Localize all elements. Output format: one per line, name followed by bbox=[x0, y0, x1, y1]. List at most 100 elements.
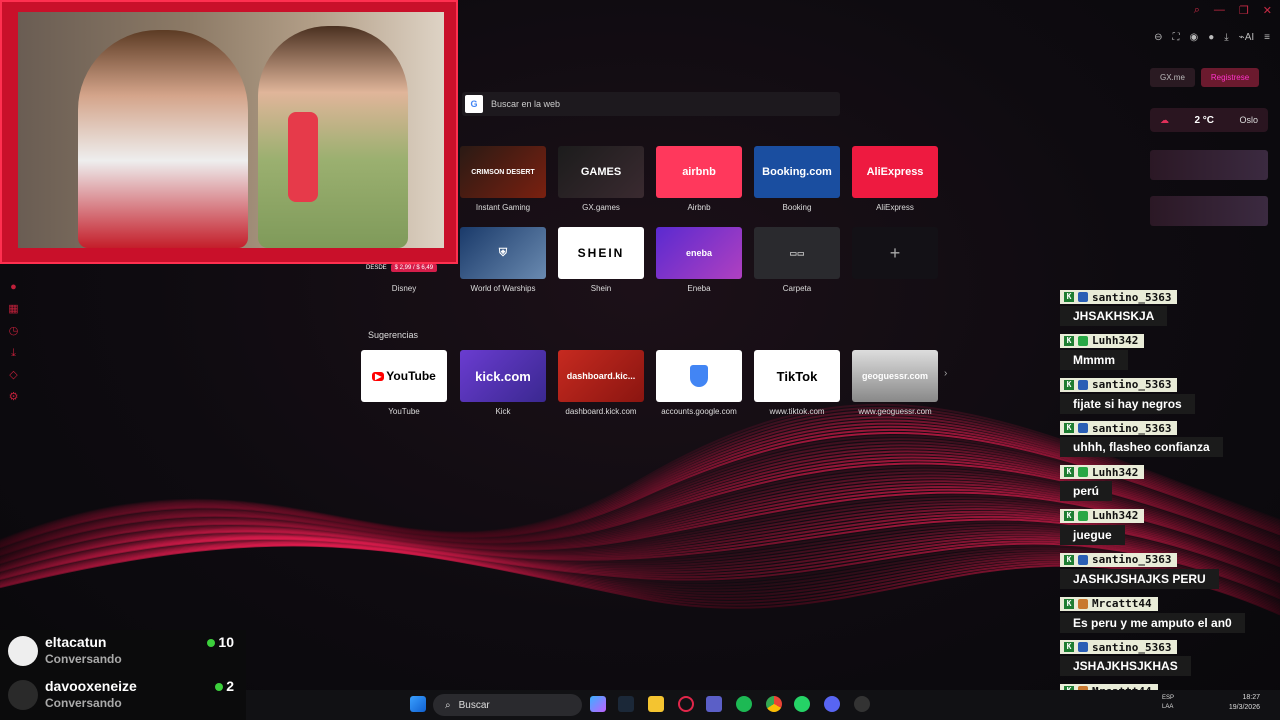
tile-title: airbnb bbox=[682, 166, 716, 178]
windows-start-icon[interactable] bbox=[410, 696, 426, 712]
chat-username: Luhh342 bbox=[1092, 509, 1139, 523]
extensions-icon[interactable]: ◇ bbox=[8, 370, 19, 381]
google-icon: G bbox=[465, 95, 483, 113]
chevron-right-icon[interactable]: › bbox=[944, 368, 947, 379]
taskbar-search[interactable]: ⌕ Buscar bbox=[433, 694, 582, 716]
chat-username-badge: Ksantino_5363 bbox=[1060, 421, 1178, 436]
maximize-icon[interactable]: ❐ bbox=[1239, 4, 1249, 17]
tile-label: Shein bbox=[590, 284, 612, 293]
tile-carpeta[interactable]: ▭▭ bbox=[754, 227, 840, 279]
download-icon[interactable]: ⤓ bbox=[1224, 32, 1228, 43]
chrome-icon[interactable] bbox=[766, 696, 782, 712]
minimize-icon[interactable]: — bbox=[1214, 4, 1225, 17]
viewer-status: Conversando bbox=[45, 696, 122, 710]
avatar bbox=[8, 636, 38, 666]
downloads-icon[interactable]: ⤓ bbox=[8, 348, 19, 359]
tile-label: Eneba bbox=[687, 284, 711, 293]
tile-eneba[interactable]: eneba bbox=[656, 227, 742, 279]
promo-thumb-2[interactable] bbox=[1150, 196, 1268, 226]
file-explorer-icon[interactable] bbox=[648, 696, 664, 712]
weather-temp: 2 °C bbox=[1194, 114, 1215, 126]
chat-username-badge: Ksantino_5363 bbox=[1060, 552, 1178, 567]
camera-icon[interactable]: ◉ bbox=[1189, 32, 1198, 43]
suggestion-dashboard-kick[interactable]: dashboard.kic... bbox=[558, 350, 644, 402]
spotify-icon[interactable] bbox=[736, 696, 752, 712]
speed-dial-icon[interactable]: ▦ bbox=[8, 304, 19, 315]
opera-gx-icon[interactable] bbox=[678, 696, 694, 712]
tile-label: YouTube bbox=[388, 407, 420, 416]
streamer-right bbox=[258, 26, 408, 248]
tile-label: Carpeta bbox=[782, 284, 812, 293]
history-icon[interactable]: ◷ bbox=[8, 326, 19, 337]
user-badge-icon bbox=[1078, 335, 1088, 346]
menu-icon[interactable]: ≡ bbox=[1264, 32, 1270, 43]
kick-badge-icon: K bbox=[1064, 554, 1074, 565]
suggestion-kick[interactable]: kick.com bbox=[460, 350, 546, 402]
chat-text: JASHKJSHAJKS PERU bbox=[1060, 568, 1219, 589]
online-dot bbox=[207, 639, 216, 647]
chat-username: santino_5363 bbox=[1092, 640, 1172, 654]
tile-shein[interactable]: SHEIN bbox=[558, 227, 644, 279]
suggestion-tiktok[interactable]: TikTok bbox=[754, 350, 840, 402]
register-button[interactable]: Registrese bbox=[1200, 68, 1260, 87]
obs-icon[interactable] bbox=[854, 696, 870, 712]
chat-message: K Luhh342 perú bbox=[1060, 461, 1280, 505]
clock-date: 19/3/2026 bbox=[1228, 704, 1260, 711]
search-icon: ⌕ bbox=[445, 699, 451, 711]
tile-world-of-warships[interactable]: ⛨ bbox=[460, 227, 546, 279]
weather-widget[interactable]: ☁ 2 °C Oslo bbox=[1150, 108, 1268, 132]
tile-gx-games[interactable]: GAMES bbox=[558, 146, 644, 198]
chat-username-badge: Ksantino_5363 bbox=[1060, 640, 1178, 655]
promo-thumb-1[interactable] bbox=[1150, 150, 1268, 180]
add-tile-button[interactable]: + bbox=[852, 227, 938, 279]
chat-text: JHSAKHSKJA bbox=[1060, 306, 1168, 326]
teams-icon[interactable] bbox=[706, 696, 722, 712]
tile-booking[interactable]: Booking.com bbox=[754, 146, 840, 198]
weather-city: Oslo bbox=[1239, 115, 1258, 125]
tile-aliexpress[interactable]: AliExpress bbox=[852, 146, 938, 198]
tile-airbnb[interactable]: airbnb bbox=[656, 146, 742, 198]
kick-badge-icon: K bbox=[1064, 379, 1074, 390]
steam-icon[interactable] bbox=[618, 696, 634, 712]
screenshot-icon[interactable]: ⛶ bbox=[1172, 32, 1179, 43]
tile-title: TikTok bbox=[776, 368, 818, 384]
microphone bbox=[288, 112, 318, 202]
gx-me-button[interactable]: GX.me bbox=[1150, 68, 1195, 87]
close-icon[interactable]: ✕ bbox=[1263, 4, 1272, 17]
tile-title: CRIMSON DESERT bbox=[471, 168, 535, 176]
disney-promo[interactable]: DESDE $ 2,99 / $ 6,49 bbox=[366, 264, 438, 272]
settings-icon[interactable]: ⚙ bbox=[8, 392, 19, 403]
search-icon[interactable]: ⌕ bbox=[1194, 4, 1200, 17]
user-badge-icon bbox=[1078, 510, 1088, 521]
tile-title: GAMES bbox=[580, 166, 622, 178]
profile-icon[interactable]: ● bbox=[1208, 32, 1214, 43]
zoom-icon[interactable]: ⊖ bbox=[1154, 32, 1162, 43]
suggestion-geoguessr[interactable]: geoguessr.com bbox=[852, 350, 938, 402]
suggestion-youtube[interactable]: ▶ YouTube bbox=[361, 350, 447, 402]
taskbar: ⌕ Buscar ESP LAA 18:27 19/3/2026 bbox=[246, 690, 1280, 720]
promo-from: DESDE bbox=[366, 265, 387, 271]
kick-badge-icon: K bbox=[1064, 292, 1074, 302]
suggestion-google-accounts[interactable] bbox=[656, 350, 742, 402]
kick-badge-icon: K bbox=[1064, 335, 1074, 346]
ai-label: AI bbox=[1244, 32, 1255, 43]
copilot-icon[interactable] bbox=[590, 696, 606, 712]
viewer-count: 2 bbox=[215, 678, 234, 694]
chat-username: santino_5363 bbox=[1092, 421, 1172, 435]
language-indicator[interactable]: ESP LAA bbox=[1162, 694, 1174, 712]
whatsapp-icon[interactable] bbox=[794, 696, 810, 712]
google-shield-icon bbox=[690, 365, 708, 387]
tile-label: www.geoguessr.com bbox=[858, 407, 932, 416]
count-value: 2 bbox=[226, 678, 234, 694]
chat-message: K Mrcattt44 Es peru y me amputo el an0 bbox=[1060, 593, 1280, 637]
opera-icon[interactable]: ● bbox=[8, 282, 19, 293]
ai-button[interactable]: ⌁AI bbox=[1239, 32, 1254, 43]
tile-instant-gaming[interactable]: CRIMSON DESERT bbox=[460, 146, 546, 198]
lang-code: ESP bbox=[1162, 695, 1175, 701]
discord-icon[interactable] bbox=[824, 696, 840, 712]
tile-title: AliExpress bbox=[866, 166, 924, 178]
tile-label[interactable]: Disney bbox=[354, 284, 454, 293]
clock[interactable]: 18:27 19/3/2026 bbox=[1229, 693, 1260, 713]
chat-message: Ksantino_5363 JASHKJSHAJKS PERU bbox=[1060, 549, 1280, 593]
web-search-bar[interactable]: G Buscar en la web bbox=[462, 92, 840, 116]
